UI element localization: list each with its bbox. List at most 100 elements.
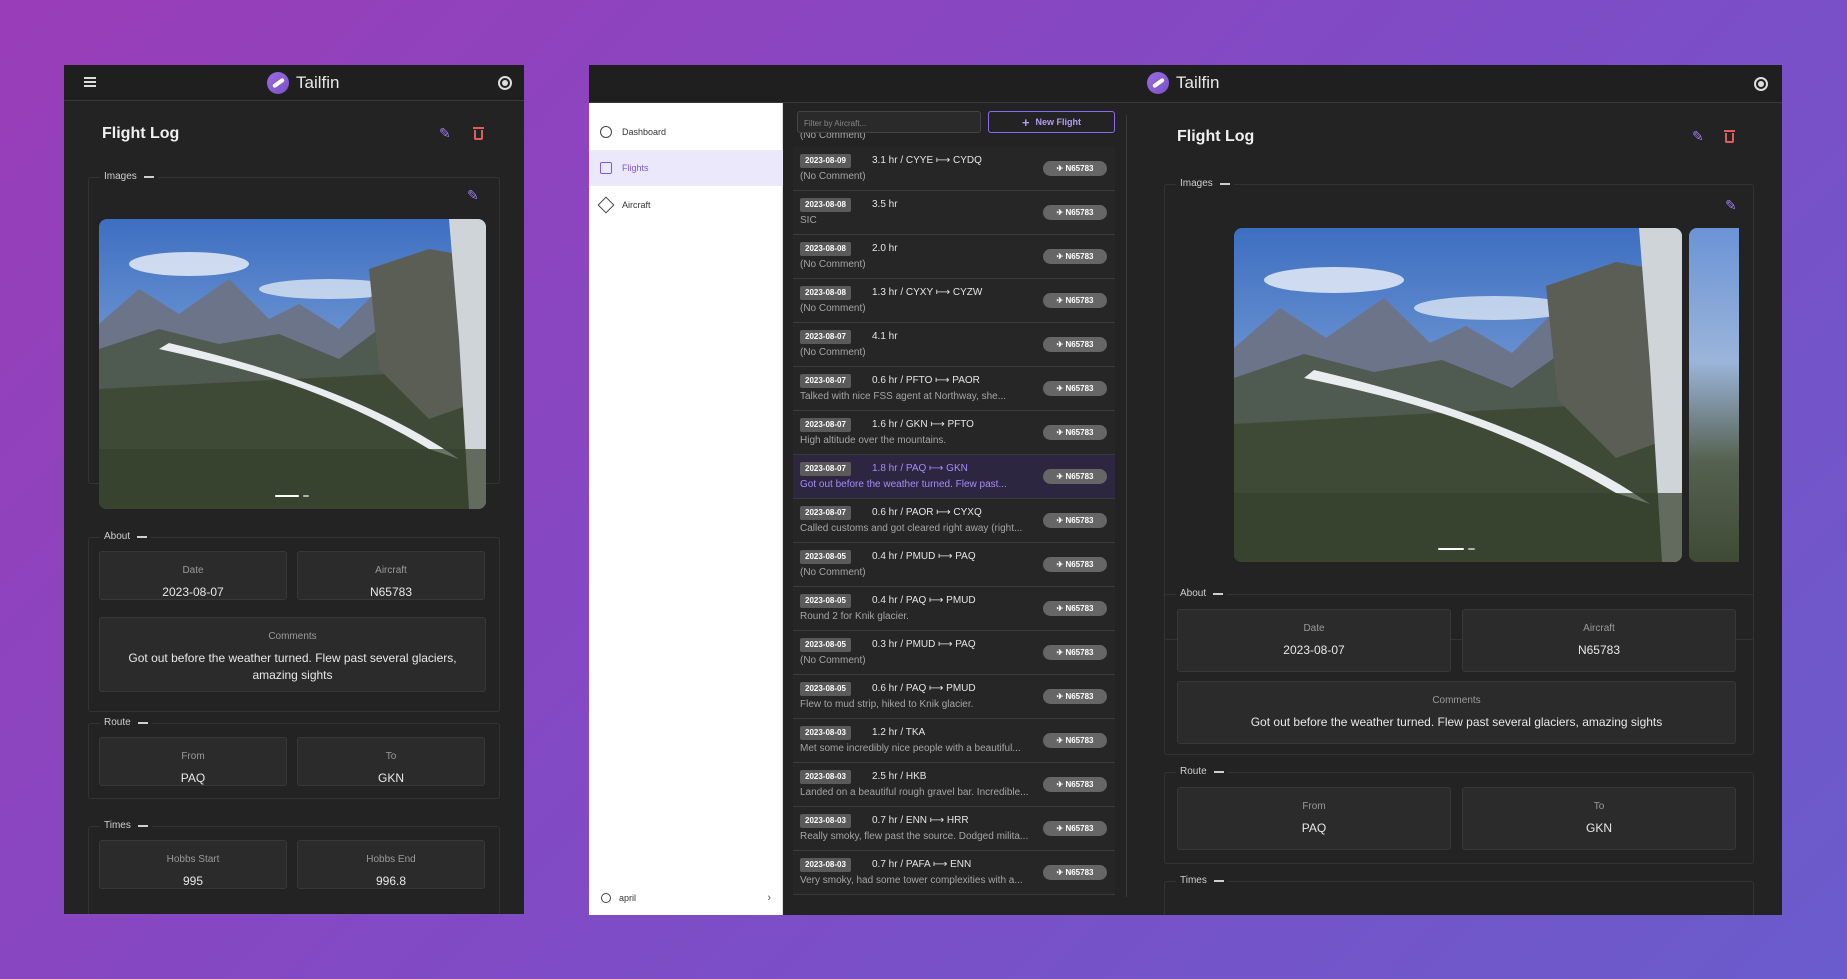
collapse-icon[interactable] — [137, 535, 148, 538]
flight-row[interactable]: 2023-08-05 0.6 hr / PAQ ⟼ PMUD Flew to mud… — [793, 675, 1115, 719]
sidebar-item-dashboard[interactable]: Dashboard — [589, 114, 783, 150]
collapse-icon[interactable] — [143, 175, 154, 178]
edit-images-icon[interactable]: ✎ — [467, 187, 479, 204]
flight-comment: Really smoky, flew past the source. Dodg… — [800, 831, 1029, 842]
tail-number: N65783 — [1065, 824, 1094, 833]
flight-date-badge: 2023-08-07 — [800, 330, 851, 344]
flight-row[interactable]: 2023-08-07 1.8 hr / PAQ ⟼ GKN Got out befo… — [793, 455, 1115, 499]
aircraft-card: Aircraft N65783 — [297, 551, 485, 600]
flight-summary: 0.4 hr / PAQ ⟼ PMUD — [872, 595, 976, 606]
collapse-icon[interactable] — [1213, 592, 1224, 595]
flight-row[interactable]: 2023-08-07 4.1 hr (No Comment) ✈ N65783 — [793, 323, 1115, 367]
comments-card: Comments Got out before the weather turn… — [99, 617, 486, 692]
flight-comment: High altitude over the mountains. — [800, 435, 947, 446]
flight-date-badge: 2023-08-08 — [800, 286, 851, 300]
about-label: About — [1180, 588, 1207, 599]
carousel-indicator[interactable] — [275, 495, 309, 497]
edit-icon[interactable]: ✎ — [439, 125, 451, 142]
delete-icon[interactable] — [473, 127, 484, 140]
aircraft-tail-badge: ✈ N65783 — [1043, 381, 1107, 396]
tail-number: N65783 — [1065, 648, 1094, 657]
user-icon — [601, 893, 611, 903]
flight-summary: 0.6 hr / PAOR ⟼ CYXQ — [872, 507, 982, 518]
flight-row[interactable]: 2023-08-05 0.3 hr / PMUD ⟼ PAQ (No Comment… — [793, 631, 1115, 675]
collapse-icon[interactable] — [1213, 879, 1224, 882]
desktop-header: Tailfin — [589, 65, 1782, 103]
next-photo-preview[interactable] — [1689, 228, 1739, 562]
user-menu[interactable]: april › — [589, 881, 783, 915]
flight-row[interactable]: 2023-08-03 1.2 hr / TKA Met some incredibl… — [793, 719, 1115, 763]
times-section: Times — [1164, 875, 1754, 915]
flight-comment: Met some incredibly nice people with a b… — [800, 743, 1021, 754]
flight-date-badge: 2023-08-05 — [800, 638, 851, 652]
times-label: Times — [104, 820, 131, 831]
collapse-icon[interactable] — [1213, 770, 1224, 773]
edit-images-icon[interactable]: ✎ — [1725, 197, 1737, 214]
aircraft-tail-badge: ✈ N65783 — [1043, 601, 1107, 616]
to-value: GKN — [1585, 821, 1612, 835]
tail-number: N65783 — [1065, 736, 1094, 745]
tail-number: N65783 — [1065, 516, 1094, 525]
collapse-icon[interactable] — [137, 721, 148, 724]
hobbs-end-label: Hobbs End — [366, 854, 416, 865]
aircraft-filter-select[interactable]: Filter by Aircraft... — [797, 111, 981, 133]
glacier-photo[interactable] — [1234, 228, 1682, 562]
aircraft-label: Aircraft — [1583, 623, 1615, 634]
flight-row[interactable]: 2023-08-05 0.4 hr / PMUD ⟼ PAQ (No Comment… — [793, 543, 1115, 587]
flight-row[interactable]: 2023-08-03 0.7 hr / ENN ⟼ HRR Really smoky… — [793, 807, 1115, 851]
flight-comment: Got out before the weather turned. Flew … — [800, 479, 1007, 490]
flight-row[interactable]: 2023-08-03 0.7 hr / PAFA ⟼ ENN Very smoky,… — [793, 851, 1115, 895]
flight-row[interactable]: 2023-08-05 0.4 hr / PAQ ⟼ PMUD Round 2 for… — [793, 587, 1115, 631]
divider — [1126, 115, 1127, 897]
route-section: Route From PAQ To GKN — [88, 717, 500, 799]
aircraft-tail-badge: ✈ N65783 — [1043, 645, 1107, 660]
carousel-indicator[interactable] — [1438, 548, 1475, 550]
aircraft-tail-badge: ✈ N65783 — [1043, 777, 1107, 792]
theme-toggle-icon[interactable] — [1754, 77, 1768, 91]
edit-icon[interactable]: ✎ — [1692, 128, 1704, 145]
collapse-icon[interactable] — [137, 824, 148, 827]
mobile-window: Tailfin Flight Log ✎ Images ✎ About Date… — [64, 65, 524, 914]
from-card: From PAQ — [1177, 787, 1451, 850]
flight-row[interactable]: 2023-08-08 1.3 hr / CYXY ⟼ CYZW (No Commen… — [793, 279, 1115, 323]
flight-summary: 2.0 hr — [872, 243, 898, 254]
new-flight-label: New Flight — [1035, 117, 1082, 127]
flight-row[interactable]: 2023-08-07 0.6 hr / PAOR ⟼ CYXQ Called cus… — [793, 499, 1115, 543]
from-value: PAQ — [180, 771, 206, 785]
menu-icon[interactable] — [84, 77, 96, 87]
aircraft-tail-badge: ✈ N65783 — [1043, 733, 1107, 748]
flight-row[interactable]: 2023-08-03 2.5 hr / HKB Landed on a beauti… — [793, 763, 1115, 807]
flight-row[interactable]: 2023-08-08 3.5 hr SIC ✈ N65783 — [793, 191, 1115, 235]
route-label: Route — [104, 717, 131, 728]
aircraft-tail-badge: ✈ N65783 — [1043, 821, 1107, 836]
flight-comment: (No Comment) — [800, 347, 866, 358]
to-value: GKN — [377, 771, 404, 785]
flight-date-badge: 2023-08-03 — [800, 858, 851, 872]
flight-row[interactable]: 2023-08-07 0.6 hr / PFTO ⟼ PAOR Talked wit… — [793, 367, 1115, 411]
comments-value: Got out before the weather turned. Flew … — [128, 651, 457, 682]
date-label: Date — [1303, 623, 1325, 634]
flight-summary: 4.1 hr — [872, 331, 898, 342]
app-logo[interactable]: Tailfin — [1147, 72, 1219, 94]
flight-row[interactable]: 2023-08-09 3.1 hr / CYYE ⟼ CYDQ (No Commen… — [793, 147, 1115, 191]
flight-comment: (No Comment) — [800, 655, 866, 666]
page-title: Flight Log — [1177, 128, 1255, 145]
aircraft-card: Aircraft N65783 — [1462, 609, 1736, 672]
date-card: Date 2023-08-07 — [99, 551, 287, 600]
sidebar-item-aircraft[interactable]: Aircraft — [589, 187, 783, 223]
flight-row[interactable]: 2023-08-08 2.0 hr (No Comment) ✈ N65783 — [793, 235, 1115, 279]
images-section: Images ✎ — [88, 171, 500, 509]
flight-comment: (No Comment) — [800, 171, 866, 182]
flight-row[interactable]: 2023-08-07 1.6 hr / GKN ⟼ PFTO High altitu… — [793, 411, 1115, 455]
flight-comment: Round 2 for Knik glacier. — [800, 611, 909, 622]
collapse-icon[interactable] — [1219, 182, 1230, 185]
sidebar: Dashboard Flights Aircraft april › — [589, 103, 783, 915]
flight-comment: (No Comment) — [800, 303, 866, 314]
flight-comment: Called customs and got cleared right awa… — [800, 523, 1023, 534]
theme-toggle-icon[interactable] — [498, 76, 512, 90]
delete-icon[interactable] — [1724, 130, 1735, 143]
app-logo[interactable]: Tailfin — [267, 72, 339, 94]
glacier-photo[interactable] — [99, 219, 486, 509]
sidebar-item-flights[interactable]: Flights — [589, 150, 783, 186]
new-flight-button[interactable]: + New Flight — [988, 111, 1115, 133]
